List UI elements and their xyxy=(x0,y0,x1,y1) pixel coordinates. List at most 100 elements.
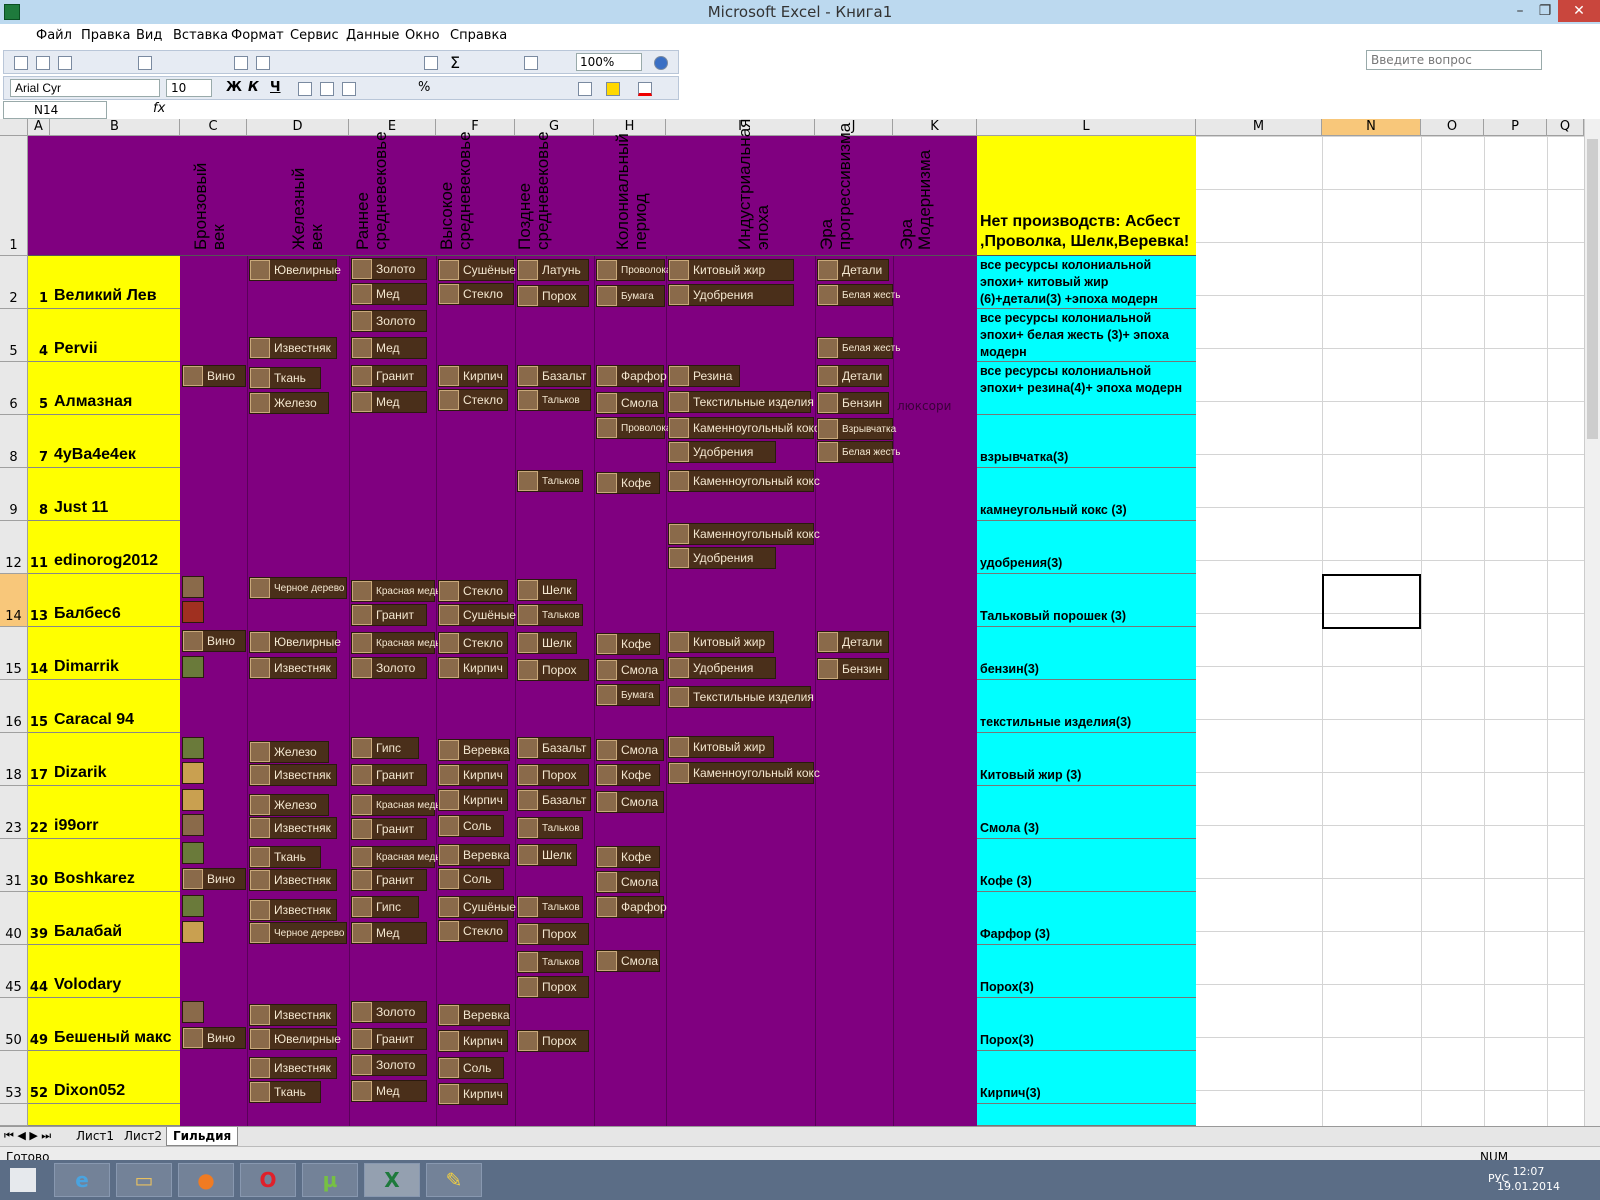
rank-cell[interactable]: 52 xyxy=(28,1051,50,1104)
row-header[interactable]: 23 xyxy=(0,786,28,839)
col-header-g[interactable]: G xyxy=(515,119,594,136)
fx-icon[interactable]: fx xyxy=(153,101,165,116)
rank-cell[interactable]: 14 xyxy=(28,627,50,680)
note-cell[interactable]: Порох(3) xyxy=(977,998,1196,1051)
note-cell[interactable]: Кофе (3) xyxy=(977,839,1196,892)
rank-cell[interactable]: 8 xyxy=(28,468,50,521)
note-cell[interactable]: Кирпич(3) xyxy=(977,1051,1196,1104)
row-header-selected[interactable]: 14 xyxy=(0,574,28,627)
vertical-scrollbar[interactable] xyxy=(1584,119,1600,1126)
player-name-cell[interactable]: Dixon052 xyxy=(50,1051,180,1104)
col-header-e[interactable]: E xyxy=(349,119,436,136)
player-name-cell[interactable]: Dimarrik xyxy=(50,627,180,680)
note-cell[interactable]: все ресурсы колониальной эпохи+ резина(4… xyxy=(977,362,1196,415)
note-cell[interactable]: взрывчатка(3) xyxy=(977,415,1196,468)
autosum-icon[interactable]: Σ xyxy=(450,53,460,72)
row-header[interactable]: 8 xyxy=(0,415,28,468)
menu-format[interactable]: Формат xyxy=(231,28,284,43)
col-header-o[interactable]: O xyxy=(1421,119,1484,136)
note-cell[interactable]: Порох(3) xyxy=(977,945,1196,998)
align-left-icon[interactable] xyxy=(298,82,312,96)
rank-cell[interactable]: 7 xyxy=(28,415,50,468)
bold-button[interactable]: Ж xyxy=(226,80,242,95)
ask-question-input[interactable]: Введите вопрос xyxy=(1366,50,1542,70)
note-cell[interactable] xyxy=(977,1104,1196,1126)
col-header-n[interactable]: N xyxy=(1322,119,1421,136)
player-name-cell[interactable]: Pervii xyxy=(50,309,180,362)
tab-sheet2[interactable]: Лист2 xyxy=(118,1127,168,1145)
new-icon[interactable] xyxy=(14,56,28,70)
col-header-f[interactable]: F xyxy=(436,119,515,136)
col-header-m[interactable]: M xyxy=(1196,119,1322,136)
note-cell[interactable]: все ресурсы колониальной эпохи+ китовый … xyxy=(977,256,1196,309)
player-name-cell[interactable]: Балбес6 xyxy=(50,574,180,627)
vertical-scroll-thumb[interactable] xyxy=(1587,139,1598,439)
rank-cell[interactable]: 22 xyxy=(28,786,50,839)
player-name-cell[interactable]: Boshkarez xyxy=(50,839,180,892)
help-icon[interactable] xyxy=(654,56,668,70)
rank-cell[interactable]: 15 xyxy=(28,680,50,733)
note-cell[interactable]: текстильные изделия(3) xyxy=(977,680,1196,733)
player-name-cell[interactable]: Volodary xyxy=(50,945,180,998)
col-header-c[interactable]: C xyxy=(180,119,247,136)
player-name-cell[interactable] xyxy=(50,1104,180,1126)
explorer-icon[interactable]: ▭ xyxy=(116,1163,172,1197)
rank-cell[interactable]: 11 xyxy=(28,521,50,574)
rank-cell[interactable]: 4 xyxy=(28,309,50,362)
chart-icon[interactable] xyxy=(524,56,538,70)
close-button[interactable]: ✕ xyxy=(1558,0,1600,22)
fill-color-icon[interactable] xyxy=(606,82,620,96)
player-name-cell[interactable]: Алмазная xyxy=(50,362,180,415)
menu-help[interactable]: Справка xyxy=(450,28,507,43)
font-color-icon[interactable] xyxy=(638,82,652,96)
rank-cell[interactable]: 49 xyxy=(28,998,50,1051)
align-right-icon[interactable] xyxy=(342,82,356,96)
note-cell[interactable]: бензин(3) xyxy=(977,627,1196,680)
col-header-b[interactable]: B xyxy=(50,119,180,136)
tab-guild[interactable]: Гильдия xyxy=(166,1127,239,1146)
note-cell[interactable]: Китовый жир (3) xyxy=(977,733,1196,786)
rank-cell[interactable]: 39 xyxy=(28,892,50,945)
save-icon[interactable] xyxy=(58,56,72,70)
font-size-select[interactable]: 10 xyxy=(166,79,212,97)
row-header[interactable]: 12 xyxy=(0,521,28,574)
row-header[interactable]: 15 xyxy=(0,627,28,680)
col-header-k[interactable]: K xyxy=(893,119,977,136)
col-header-a[interactable]: A xyxy=(28,119,50,136)
player-name-cell[interactable]: edinorog2012 xyxy=(50,521,180,574)
rank-cell[interactable]: 13 xyxy=(28,574,50,627)
note-cell[interactable]: все ресурсы колониальной эпохи+ белая же… xyxy=(977,309,1196,362)
player-name-cell[interactable]: Dizarik xyxy=(50,733,180,786)
minimize-button[interactable]: – xyxy=(1508,0,1532,22)
col-header-p[interactable]: P xyxy=(1484,119,1547,136)
rank-cell[interactable]: 17 xyxy=(28,733,50,786)
col-header-j[interactable]: J xyxy=(815,119,893,136)
start-icon[interactable] xyxy=(10,1168,36,1192)
rank-cell[interactable]: 1 xyxy=(28,256,50,309)
font-select[interactable]: Arial Cyr xyxy=(10,79,160,97)
row-header[interactable]: 50 xyxy=(0,998,28,1051)
row-header[interactable]: 31 xyxy=(0,839,28,892)
select-all-corner[interactable] xyxy=(0,119,28,136)
menu-file[interactable]: Файл xyxy=(36,28,72,43)
selected-cell-n14[interactable] xyxy=(1322,574,1421,629)
note-cell[interactable]: Тальковый порошек (3) xyxy=(977,574,1196,627)
zoom-select[interactable]: 100% xyxy=(576,53,642,71)
percent-icon[interactable]: % xyxy=(418,80,430,95)
row-header[interactable]: 5 xyxy=(0,309,28,362)
row-header[interactable]: 53 xyxy=(0,1051,28,1104)
menu-view[interactable]: Вид xyxy=(136,28,162,43)
rank-cell[interactable]: 30 xyxy=(28,839,50,892)
clock[interactable]: 12:07 19.01.2014 xyxy=(1497,1164,1560,1194)
tab-scroll-arrows-icon[interactable]: ⏮ ◀ ▶ ⏭ xyxy=(4,1129,51,1143)
player-name-cell[interactable]: Балабай xyxy=(50,892,180,945)
underline-button[interactable]: Ч xyxy=(270,80,281,95)
copy-icon[interactable] xyxy=(256,56,270,70)
maximize-button[interactable]: ❐ xyxy=(1533,0,1557,22)
note-cell[interactable]: камнеугольный кокс (3) xyxy=(977,468,1196,521)
utorrent-icon[interactable]: µ xyxy=(302,1163,358,1197)
borders-icon[interactable] xyxy=(578,82,592,96)
name-box[interactable]: N14 xyxy=(3,101,107,119)
rank-cell[interactable]: 44 xyxy=(28,945,50,998)
italic-button[interactable]: К xyxy=(248,80,259,95)
